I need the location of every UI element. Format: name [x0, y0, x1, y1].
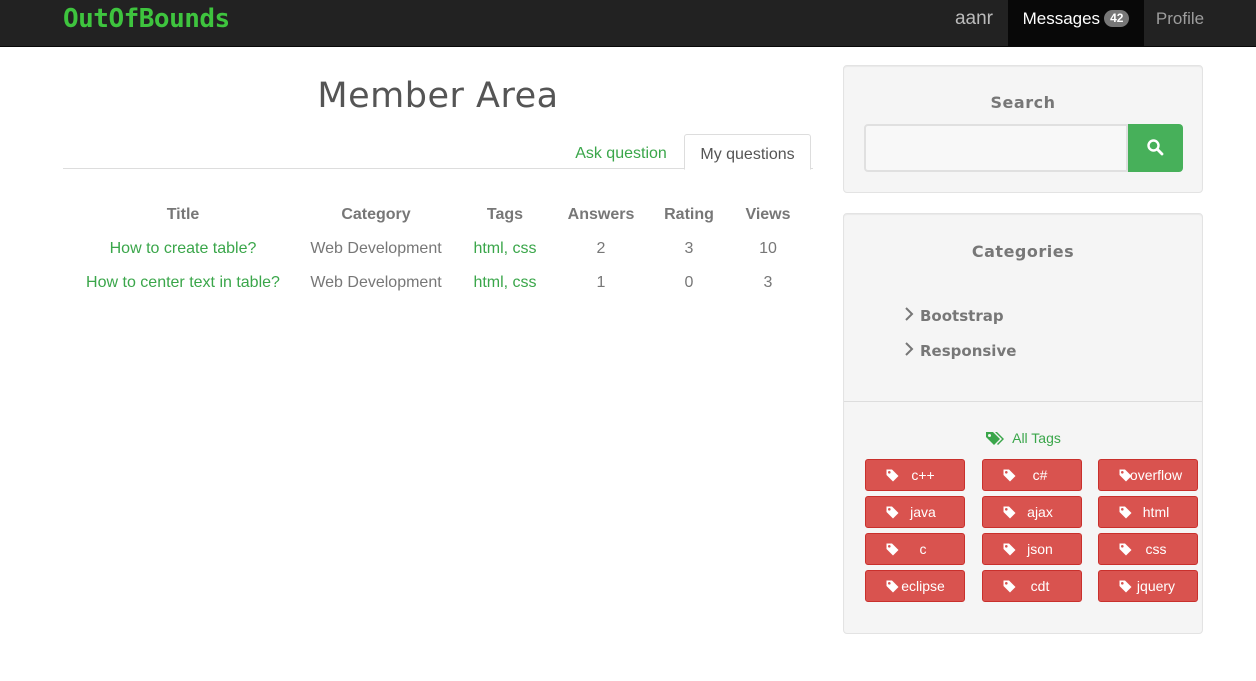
- tag-icon: [886, 580, 899, 593]
- question-title-link[interactable]: How to create table?: [63, 232, 303, 266]
- tag-label: jquery: [1136, 578, 1176, 594]
- tag-label: json: [1027, 541, 1053, 557]
- question-views: 10: [759, 240, 777, 257]
- brand-logo[interactable]: OutOfBounds: [63, 4, 230, 34]
- search-heading: Search: [990, 93, 1056, 112]
- tag-button[interactable]: ajax: [982, 496, 1082, 528]
- question-tabs: Ask question My questions: [63, 134, 813, 170]
- tag-icon: [1003, 580, 1016, 593]
- tag-label: ajax: [1027, 504, 1053, 520]
- table-row: How to create table? Web Development htm…: [63, 232, 813, 266]
- page-title: Member Area: [317, 76, 559, 116]
- tag-icon: [886, 469, 899, 482]
- tag-icon: [1003, 506, 1016, 519]
- nav-messages[interactable]: Messages 42: [1008, 0, 1144, 46]
- column-header-answers[interactable]: Answers: [561, 198, 641, 232]
- tag-button[interactable]: c++: [865, 459, 965, 491]
- tag-button[interactable]: jquery: [1098, 570, 1198, 602]
- question-answers-count: 1: [596, 274, 606, 291]
- question-category: Web Development: [310, 274, 442, 291]
- question-category: Web Development: [310, 240, 442, 257]
- question-rating: 0: [684, 274, 694, 291]
- all-tags-label: All Tags: [1012, 430, 1061, 446]
- tag-button[interactable]: css: [1098, 533, 1198, 565]
- nav-username[interactable]: aanr: [941, 0, 1007, 46]
- chevron-right-icon: [904, 339, 920, 363]
- question-tags-link[interactable]: html, css: [449, 232, 561, 266]
- column-header-views[interactable]: Views: [737, 198, 799, 232]
- question-title-link[interactable]: How to center text in table?: [63, 266, 303, 300]
- category-item-responsive[interactable]: Responsive: [904, 339, 1016, 363]
- categories-panel: Categories Bootstrap Responsive All Tags…: [843, 213, 1203, 634]
- category-item-bootstrap[interactable]: Bootstrap: [904, 304, 1004, 328]
- tag-label: css: [1145, 541, 1167, 557]
- tag-label: overflow: [1129, 467, 1183, 483]
- question-tags-link[interactable]: html, css: [449, 266, 561, 300]
- category-label: Responsive: [920, 342, 1017, 360]
- panel-divider: [844, 401, 1202, 402]
- category-label: Bootstrap: [920, 307, 1004, 325]
- tag-button[interactable]: overflow: [1098, 459, 1198, 491]
- question-views: 3: [763, 274, 773, 291]
- tag-label: c#: [1032, 467, 1048, 483]
- tab-ask-question[interactable]: Ask question: [560, 134, 682, 169]
- tag-button[interactable]: c#: [982, 459, 1082, 491]
- column-header-rating[interactable]: Rating: [641, 198, 737, 232]
- tag-label: html: [1142, 504, 1170, 520]
- search-button[interactable]: [1128, 124, 1183, 172]
- search-icon: [1147, 139, 1164, 156]
- tag-icon: [1119, 506, 1132, 519]
- search-input[interactable]: [864, 124, 1128, 172]
- tags-icon: [986, 432, 1005, 445]
- tag-icon: [1003, 543, 1016, 556]
- tag-label: c++: [911, 467, 935, 483]
- tag-button[interactable]: eclipse: [865, 570, 965, 602]
- tag-label: c: [919, 541, 927, 557]
- chevron-right-icon: [904, 304, 920, 328]
- tag-button[interactable]: java: [865, 496, 965, 528]
- all-tags-link[interactable]: All Tags: [844, 430, 1202, 446]
- categories-heading: Categories: [971, 242, 1075, 261]
- tag-button[interactable]: c: [865, 533, 965, 565]
- column-header-category[interactable]: Category: [303, 198, 449, 232]
- tag-label: java: [910, 504, 936, 520]
- tag-icon: [886, 543, 899, 556]
- top-navbar: OutOfBounds aanr Messages 42 Profile: [0, 0, 1256, 47]
- messages-count-badge: 42: [1104, 10, 1130, 27]
- tab-my-questions[interactable]: My questions: [684, 134, 811, 170]
- nav-profile[interactable]: Profile: [1144, 0, 1216, 46]
- question-rating: 3: [684, 240, 694, 257]
- column-header-tags[interactable]: Tags: [449, 198, 561, 232]
- question-answers-count: 2: [596, 240, 606, 257]
- tag-button[interactable]: html: [1098, 496, 1198, 528]
- tag-icon: [1119, 543, 1132, 556]
- tag-button[interactable]: cdt: [982, 570, 1082, 602]
- tag-icon: [886, 506, 899, 519]
- tag-icon: [1119, 580, 1132, 593]
- tag-icon: [1003, 469, 1016, 482]
- column-header-title[interactable]: Title: [63, 198, 303, 232]
- tag-button[interactable]: json: [982, 533, 1082, 565]
- table-header-row: Title Category Tags Answers Rating Views: [63, 198, 813, 232]
- tag-label: cdt: [1030, 578, 1050, 594]
- table-row: How to center text in table? Web Develop…: [63, 266, 813, 300]
- nav-messages-label: Messages: [1022, 9, 1101, 28]
- search-panel: Search: [843, 65, 1203, 193]
- tag-label: eclipse: [901, 578, 945, 594]
